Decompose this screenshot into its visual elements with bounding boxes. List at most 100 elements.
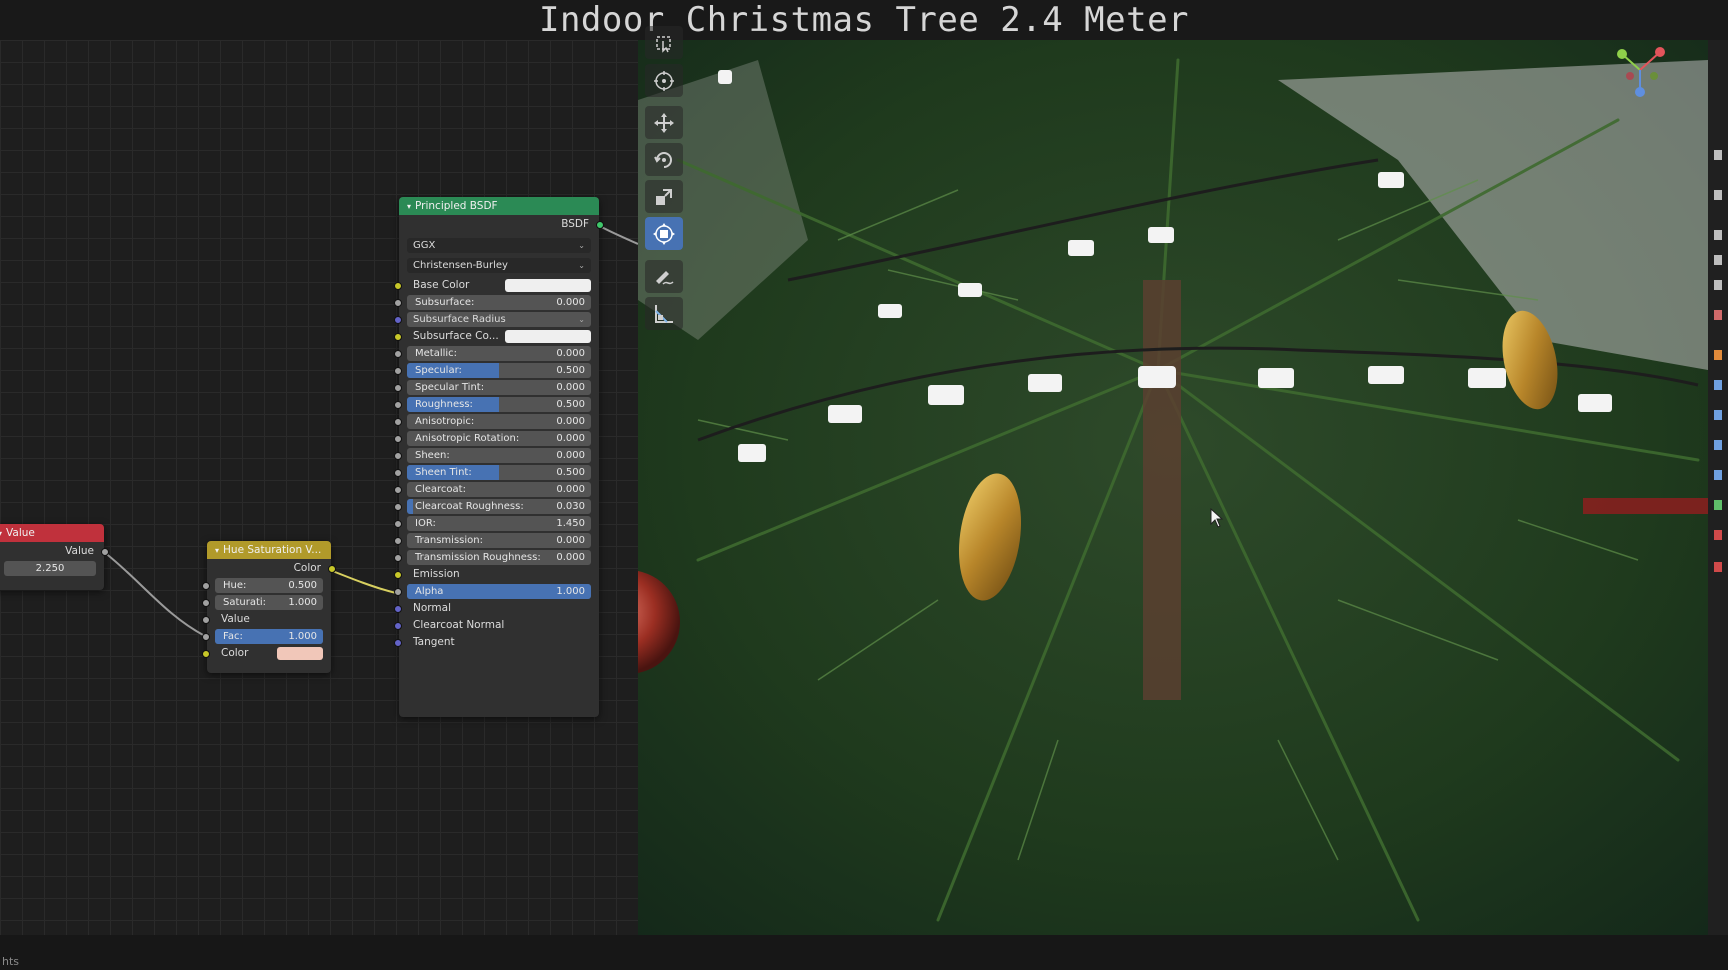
collapse-arrow-icon[interactable]: ▾: [407, 202, 411, 211]
subsurface-color-swatch[interactable]: [505, 330, 591, 343]
value-amount-field[interactable]: 2.250: [4, 561, 96, 576]
subsurface-method-dropdown[interactable]: Christensen-Burley ⌄: [407, 258, 591, 273]
value-node[interactable]: ▾ Value Value 2.250: [0, 524, 109, 590]
hue-field[interactable]: Hue: 0.500: [215, 578, 323, 593]
principled-bsdf-node-title: Principled BSDF: [415, 200, 498, 212]
input-socket[interactable]: [394, 401, 402, 409]
scene-tab-icon: [1714, 280, 1722, 290]
input-socket[interactable]: [202, 650, 210, 658]
input-socket[interactable]: [394, 605, 402, 613]
input-socket[interactable]: [394, 588, 402, 596]
transmission-field[interactable]: Transmission: 0.000: [407, 533, 591, 548]
principled-bsdf-node[interactable]: ▾ Principled BSDF BSDF GGX ⌄ Christensen-…: [394, 197, 604, 717]
input-socket[interactable]: [394, 452, 402, 460]
saturation-field[interactable]: Saturati: 1.000: [215, 595, 323, 610]
anisotropic-rotation-label: Anisotropic Rotation:: [415, 433, 520, 444]
hue-saturation-output-row: Color: [207, 559, 336, 577]
transform-tool[interactable]: [645, 217, 683, 250]
status-bar-text: hts: [2, 955, 20, 968]
specular-tint-field[interactable]: Specular Tint: 0.000: [407, 380, 591, 395]
input-socket[interactable]: [394, 299, 402, 307]
sheen-tint-field[interactable]: Sheen Tint: 0.500: [407, 465, 591, 480]
alpha-field[interactable]: Alpha 1.000: [407, 584, 591, 599]
chevron-down-icon: ⌄: [578, 315, 585, 324]
input-socket[interactable]: [394, 571, 402, 579]
input-socket[interactable]: [394, 384, 402, 392]
input-socket[interactable]: [202, 582, 210, 590]
input-socket[interactable]: [394, 622, 402, 630]
input-socket[interactable]: [394, 537, 402, 545]
input-socket[interactable]: [394, 435, 402, 443]
color-input-label: Color: [221, 647, 249, 659]
distribution-dropdown[interactable]: GGX ⌄: [407, 238, 591, 253]
principled-bsdf-node-header[interactable]: ▾ Principled BSDF: [399, 197, 599, 215]
move-icon: [654, 112, 674, 133]
ior-label: IOR:: [415, 518, 436, 529]
output-tab-icon: [1714, 230, 1722, 240]
value-node-output-label: Value: [65, 545, 94, 557]
ior-field[interactable]: IOR: 1.450: [407, 516, 591, 531]
value-node-header[interactable]: ▾ Value: [0, 524, 104, 542]
input-socket[interactable]: [394, 520, 402, 528]
metallic-field[interactable]: Metallic: 0.000: [407, 346, 591, 361]
clearcoat-roughness-field[interactable]: Clearcoat Roughness: 0.030: [407, 499, 591, 514]
input-socket[interactable]: [394, 469, 402, 477]
input-socket[interactable]: [394, 503, 402, 511]
color-input-row: Color: [202, 645, 323, 662]
output-socket[interactable]: [101, 548, 109, 556]
roughness-field[interactable]: Roughness: 0.500: [407, 397, 591, 412]
color-swatch[interactable]: [277, 647, 323, 660]
shader-node-editor[interactable]: ▾ Value Value 2.250 ▾ Hue Saturation V... …: [0, 40, 638, 935]
input-socket[interactable]: [394, 486, 402, 494]
measure-tool[interactable]: [645, 297, 683, 330]
collapse-arrow-icon[interactable]: ▾: [0, 529, 2, 538]
3d-viewport[interactable]: [638, 40, 1708, 935]
input-socket[interactable]: [394, 367, 402, 375]
input-socket[interactable]: [202, 616, 210, 624]
subsurface-radius-dropdown[interactable]: Subsurface Radius ⌄: [407, 312, 591, 327]
subsurface-color-row: Subsurface Co...: [394, 328, 591, 345]
input-socket[interactable]: [202, 599, 210, 607]
output-socket[interactable]: [596, 221, 604, 229]
input-socket[interactable]: [394, 350, 402, 358]
input-socket[interactable]: [394, 639, 402, 647]
anisotropic-field[interactable]: Anisotropic: 0.000: [407, 414, 591, 429]
chevron-down-icon: ⌄: [578, 241, 585, 250]
anisotropic-rotation-field[interactable]: Anisotropic Rotation: 0.000: [407, 431, 591, 446]
clearcoat-field[interactable]: Clearcoat: 0.000: [407, 482, 591, 497]
scale-tool[interactable]: [645, 180, 683, 213]
fac-field[interactable]: Fac: 1.000: [215, 629, 323, 644]
move-tool[interactable]: [645, 106, 683, 139]
cursor-icon: [654, 70, 674, 91]
scale-icon: [656, 188, 672, 205]
input-socket[interactable]: [394, 316, 402, 324]
collapse-arrow-icon[interactable]: ▾: [215, 546, 219, 555]
hue-saturation-node-header[interactable]: ▾ Hue Saturation V...: [207, 541, 331, 559]
rotate-tool[interactable]: [645, 143, 683, 176]
output-socket[interactable]: [328, 565, 336, 573]
transmission-roughness-field[interactable]: Transmission Roughness: 0.000: [407, 550, 591, 565]
specular-field[interactable]: Specular: 0.500: [407, 363, 591, 378]
subsurface-label: Subsurface:: [415, 297, 475, 308]
hue-saturation-node[interactable]: ▾ Hue Saturation V... Color Hue: 0.500 Sa…: [202, 541, 336, 673]
input-socket[interactable]: [394, 554, 402, 562]
input-socket[interactable]: [394, 282, 402, 290]
sheen-field[interactable]: Sheen: 0.000: [407, 448, 591, 463]
transform-icon: [653, 222, 675, 245]
properties-tab-strip: [1708, 40, 1728, 935]
cursor-tool[interactable]: [645, 64, 683, 97]
annotate-tool[interactable]: [645, 260, 683, 293]
subsurface-field[interactable]: Subsurface: 0.000: [407, 295, 591, 310]
value-input-label: Value: [221, 613, 250, 625]
saturation-label: Saturati:: [223, 597, 267, 608]
alpha-value: 1.000: [556, 586, 585, 597]
base-color-swatch[interactable]: [505, 279, 591, 292]
input-socket[interactable]: [202, 633, 210, 641]
input-socket[interactable]: [394, 333, 402, 341]
select-box-tool[interactable]: [645, 26, 683, 59]
chevron-down-icon: ⌄: [578, 261, 585, 270]
navigation-gizmo-icon[interactable]: [1610, 40, 1670, 100]
subsurface-color-label: Subsurface Co...: [413, 330, 499, 342]
transmission-label: Transmission:: [415, 535, 483, 546]
input-socket[interactable]: [394, 418, 402, 426]
